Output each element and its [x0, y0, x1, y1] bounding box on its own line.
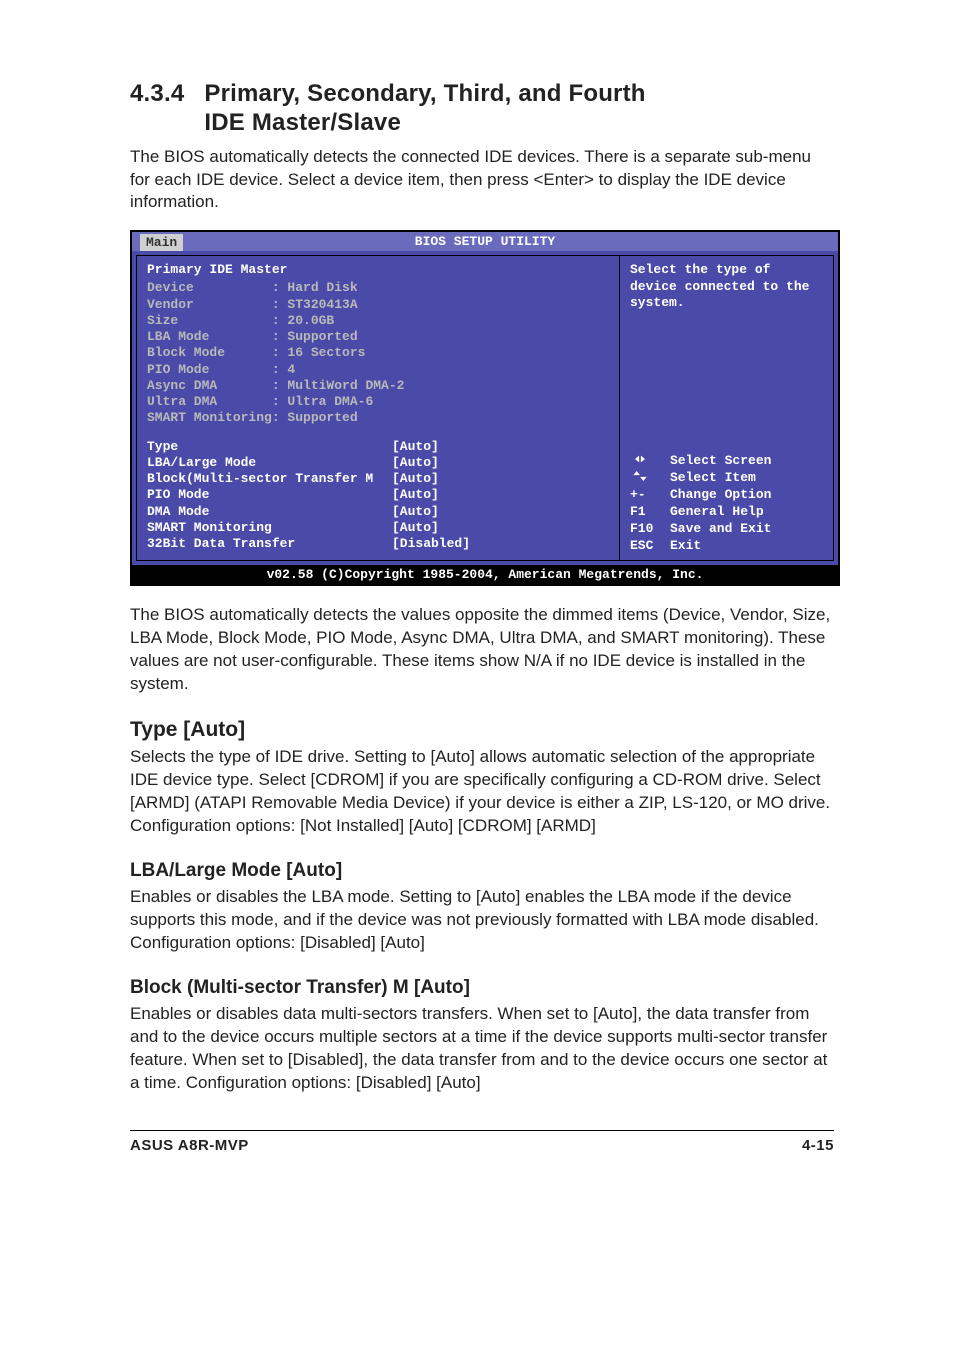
- key-select-item: Select Item: [630, 470, 823, 487]
- bios-title-bar: Main BIOS SETUP UTILITY: [132, 232, 838, 251]
- esc-key-icon: ESC: [630, 538, 662, 555]
- setting-block[interactable]: Block(Multi-sector Transfer M[Auto]: [147, 471, 609, 487]
- tab-main[interactable]: Main: [140, 234, 183, 251]
- after-bios-paragraph: The BIOS automatically detects the value…: [130, 604, 834, 696]
- key-select-screen: Select Screen: [630, 453, 823, 470]
- section-intro: The BIOS automatically detects the conne…: [130, 146, 834, 215]
- section-title-line1: Primary, Secondary, Third, and Fourth: [204, 80, 645, 107]
- bios-body: Primary IDE Master Device : Hard Disk Ve…: [132, 251, 838, 565]
- key-general-help: F1General Help: [630, 504, 823, 521]
- arrows-ud-icon: [630, 470, 662, 487]
- footer-right: 4-15: [802, 1137, 834, 1154]
- f1-key-icon: F1: [630, 504, 662, 521]
- section-number: 4.3.4: [130, 80, 184, 108]
- lba-heading: LBA/Large Mode [Auto]: [130, 860, 834, 882]
- block-body: Enables or disables data multi-sectors t…: [130, 1003, 834, 1095]
- dim-row: Block Mode : 16 Sectors: [147, 345, 609, 361]
- dim-row: Device : Hard Disk: [147, 280, 609, 296]
- panel-title: Primary IDE Master: [147, 262, 609, 277]
- arrows-lr-icon: [630, 453, 662, 470]
- bios-title: BIOS SETUP UTILITY: [415, 234, 555, 249]
- bios-right-pane: Select the type of device connected to t…: [619, 255, 834, 561]
- section-title-text: Primary, Secondary, Third, and Fourth ID…: [204, 80, 645, 138]
- dim-row: LBA Mode : Supported: [147, 329, 609, 345]
- lba-body: Enables or disables the LBA mode. Settin…: [130, 886, 834, 955]
- spacer: [147, 427, 609, 439]
- type-body: Selects the type of IDE drive. Setting t…: [130, 746, 834, 838]
- type-heading: Type [Auto]: [130, 718, 834, 742]
- section-heading: 4.3.4 Primary, Secondary, Third, and Fou…: [130, 80, 834, 138]
- key-exit: ESCExit: [630, 538, 823, 555]
- bios-left-pane: Primary IDE Master Device : Hard Disk Ve…: [136, 255, 619, 561]
- dim-row: PIO Mode : 4: [147, 362, 609, 378]
- setting-lba[interactable]: LBA/Large Mode[Auto]: [147, 455, 609, 471]
- key-hints: Select Screen Select Item +-Change Optio…: [630, 453, 823, 554]
- bios-setup-utility: Main BIOS SETUP UTILITY Primary IDE Mast…: [130, 230, 840, 586]
- key-save-exit: F10Save and Exit: [630, 521, 823, 538]
- setting-type[interactable]: Type[Auto]: [147, 439, 609, 455]
- help-text: Select the type of device connected to t…: [630, 262, 823, 311]
- bios-copyright: v02.58 (C)Copyright 1985-2004, American …: [132, 565, 838, 584]
- f10-key-icon: F10: [630, 521, 662, 538]
- key-change-option: +-Change Option: [630, 487, 823, 504]
- plus-minus-icon: +-: [630, 487, 662, 504]
- setting-dma[interactable]: DMA Mode[Auto]: [147, 504, 609, 520]
- dim-row: Async DMA : MultiWord DMA-2: [147, 378, 609, 394]
- footer-left: ASUS A8R-MVP: [130, 1137, 249, 1154]
- setting-pio[interactable]: PIO Mode[Auto]: [147, 487, 609, 503]
- dim-row: Size : 20.0GB: [147, 313, 609, 329]
- block-heading: Block (Multi-sector Transfer) M [Auto]: [130, 977, 834, 999]
- dim-row: SMART Monitoring: Supported: [147, 410, 609, 426]
- page-footer: ASUS A8R-MVP 4-15: [130, 1130, 834, 1154]
- dim-row: Vendor : ST320413A: [147, 297, 609, 313]
- section-title-line2: IDE Master/Slave: [204, 109, 401, 136]
- dim-row: Ultra DMA : Ultra DMA-6: [147, 394, 609, 410]
- setting-32bit[interactable]: 32Bit Data Transfer[Disabled]: [147, 536, 609, 552]
- setting-smart[interactable]: SMART Monitoring[Auto]: [147, 520, 609, 536]
